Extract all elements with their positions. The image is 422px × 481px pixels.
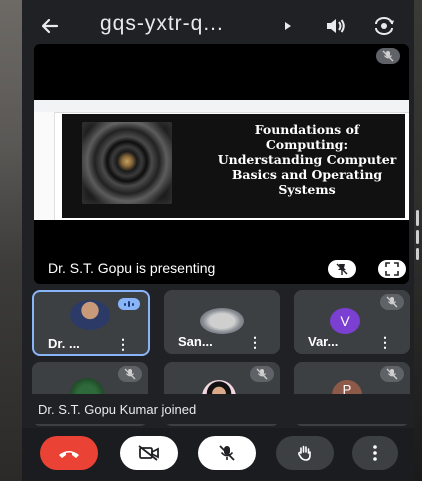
presenting-label: Dr. S.T. Gopu is presenting xyxy=(48,260,216,276)
meet-screen: gqs-yxtr-q... Foundations of Computing: … xyxy=(22,0,419,481)
arrow-back-icon xyxy=(41,18,59,34)
raise-hand-icon xyxy=(298,445,311,461)
mic-off-icon xyxy=(256,368,268,380)
presentation-stage[interactable]: Foundations of Computing: Understanding … xyxy=(34,44,409,284)
meeting-title[interactable]: gqs-yxtr-q... xyxy=(100,12,224,36)
slide-editor-toolbar xyxy=(34,100,409,113)
avatar xyxy=(70,300,110,330)
mic-off-icon xyxy=(382,50,394,62)
mic-muted-badge xyxy=(380,366,404,382)
mic-off-icon xyxy=(386,296,398,308)
slide-title: Foundations of Computing: Understanding … xyxy=(217,122,397,197)
back-button[interactable] xyxy=(36,12,64,40)
audio-output-button[interactable] xyxy=(322,12,350,40)
slide: Foundations of Computing: Understanding … xyxy=(62,114,405,218)
participant-name: San... xyxy=(178,334,213,349)
mic-off-icon xyxy=(219,445,235,461)
camera-toggle-button[interactable] xyxy=(120,436,178,470)
stage-mic-muted-badge xyxy=(376,48,400,64)
more-options-button[interactable]: ⋮ xyxy=(378,334,392,351)
more-options-button[interactable]: ⋮ xyxy=(116,336,130,353)
raise-hand-button[interactable] xyxy=(276,436,334,470)
end-call-icon xyxy=(59,451,79,458)
participant-name: Var... xyxy=(308,334,339,349)
switch-camera-icon xyxy=(375,17,394,35)
more-vert-icon xyxy=(373,445,377,461)
mic-toggle-button[interactable] xyxy=(198,436,256,470)
call-controls xyxy=(22,428,414,481)
avatar xyxy=(200,308,244,334)
mic-muted-badge xyxy=(118,366,142,382)
unpin-button[interactable] xyxy=(328,260,356,278)
more-options-button[interactable]: ⋮ xyxy=(248,334,262,351)
join-toast: Dr. S.T. Gopu Kumar joined xyxy=(38,402,197,417)
fullscreen-button[interactable] xyxy=(378,260,406,278)
mic-muted-badge xyxy=(380,294,404,310)
mic-off-icon xyxy=(124,368,136,380)
fullscreen-icon xyxy=(385,262,399,276)
caret-right-icon xyxy=(285,22,291,30)
more-options-button[interactable] xyxy=(352,436,398,470)
camera-lens-image xyxy=(82,122,172,204)
speaking-indicator xyxy=(118,298,140,310)
meeting-info-button[interactable] xyxy=(281,16,295,36)
participant-tile[interactable]: V Var... ⋮ xyxy=(294,290,410,354)
pin-off-icon xyxy=(336,263,348,275)
slide-editor-sidebar xyxy=(34,112,55,220)
avatar: V xyxy=(330,308,360,334)
participant-tile[interactable]: San... ⋮ xyxy=(164,290,280,354)
mic-muted-badge xyxy=(250,366,274,382)
participant-tile[interactable]: Dr. ... ⋮ xyxy=(32,290,150,356)
speaker-icon xyxy=(327,19,345,33)
end-call-button[interactable] xyxy=(40,436,98,470)
switch-camera-button[interactable] xyxy=(370,12,398,40)
participant-name: Dr. ... xyxy=(48,336,80,351)
mic-off-icon xyxy=(386,368,398,380)
shared-screen: Foundations of Computing: Understanding … xyxy=(34,100,409,220)
camera-off-icon xyxy=(138,445,159,461)
scrollbar[interactable] xyxy=(416,210,420,260)
